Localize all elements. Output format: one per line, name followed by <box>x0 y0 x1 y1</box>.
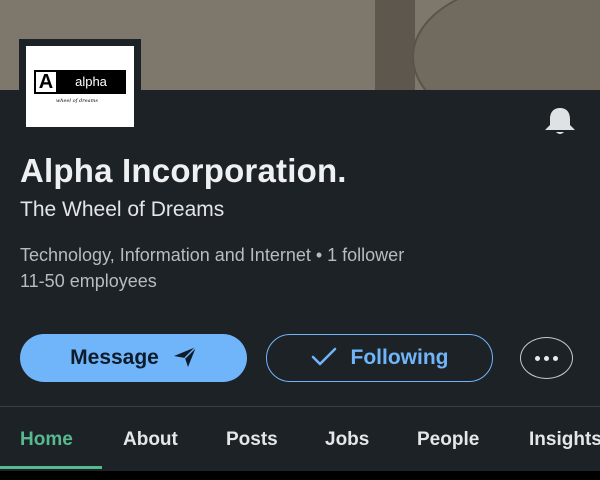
page-tabs: Home About Posts Jobs People Insights <box>0 407 600 471</box>
tab-posts[interactable]: Posts <box>226 429 278 451</box>
more-options-dot <box>553 355 558 361</box>
message-button[interactable]: Message <box>20 334 247 382</box>
message-button-label: Message <box>70 346 159 369</box>
following-button-label: Following <box>350 346 449 369</box>
company-name: Alpha Incorporation. <box>20 152 347 189</box>
send-icon <box>173 345 197 371</box>
company-meta: Technology, Information and Internet • 1… <box>20 242 404 294</box>
logo-word: alpha <box>58 72 124 92</box>
more-options-button[interactable] <box>520 337 573 379</box>
tab-jobs[interactable]: Jobs <box>325 429 369 451</box>
bottom-edge <box>0 471 600 480</box>
following-button[interactable]: Following <box>266 334 493 382</box>
tab-insights[interactable]: Insights <box>529 429 600 451</box>
more-options-icon <box>535 355 540 361</box>
cover-strip <box>375 0 415 90</box>
bell-icon[interactable] <box>542 106 578 136</box>
logo-tagline: wheel of dreams <box>56 98 98 104</box>
tab-about[interactable]: About <box>123 429 178 451</box>
cover-shape <box>412 0 600 90</box>
active-tab-indicator <box>0 466 102 469</box>
company-tagline: The Wheel of Dreams <box>20 198 225 221</box>
more-options-dot <box>544 355 549 361</box>
company-logo[interactable]: A alpha wheel of dreams <box>19 39 141 134</box>
logo-letter: A <box>36 72 58 92</box>
logo-mark: A alpha <box>34 70 126 94</box>
tab-home[interactable]: Home <box>20 429 73 451</box>
checkmark-icon <box>311 347 337 370</box>
tab-people[interactable]: People <box>417 429 479 451</box>
company-industry-followers: Technology, Information and Internet • 1… <box>20 245 405 265</box>
company-size: 11-50 employees <box>20 271 157 291</box>
